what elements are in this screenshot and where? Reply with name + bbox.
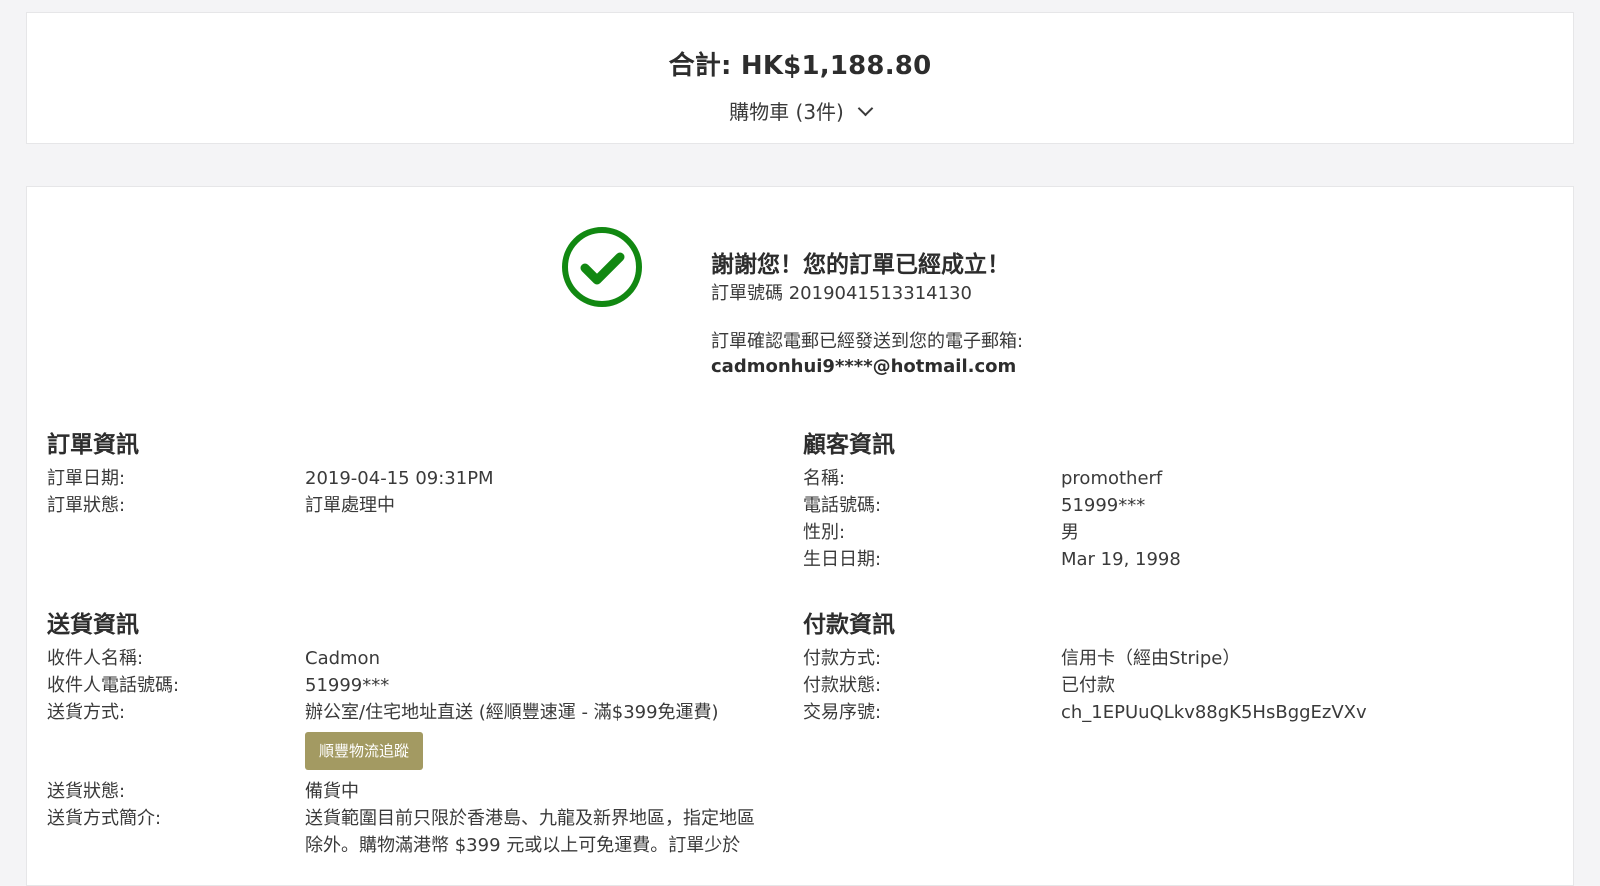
payment-status-label: 付款狀態: <box>803 675 882 696</box>
info-row: 付款狀態: 已付款 <box>803 672 1523 699</box>
customer-phone-label: 電話號碼: <box>803 495 882 516</box>
delivery-method-label: 送貨方式: <box>47 702 126 723</box>
order-date-value: 2019-04-15 09:31PM <box>305 468 494 489</box>
customer-gender-label: 性別: <box>803 522 846 543</box>
customer-birthday-label: 生日日期: <box>803 549 882 570</box>
transaction-id-label: 交易序號: <box>803 702 882 723</box>
recipient-phone-value: 51999*** <box>305 675 390 696</box>
customer-email: cadmonhui9****@hotmail.com <box>711 356 1017 377</box>
info-row: 電話號碼: 51999*** <box>803 492 1523 519</box>
total-amount: HK$1,188.80 <box>740 51 932 81</box>
order-confirmation-card: 謝謝您！您的訂單已經成立！ 訂單號碼 2019041513314130 訂單確認… <box>26 186 1574 886</box>
order-number: 訂單號碼 2019041513314130 <box>711 283 972 304</box>
payment-method-label: 付款方式: <box>803 648 882 669</box>
order-info-section: 訂單資訊 訂單日期: 2019-04-15 09:31PM 訂單狀態: 訂單處理… <box>47 425 767 519</box>
check-circle-icon <box>562 227 642 307</box>
order-date-label: 訂單日期: <box>47 468 126 489</box>
info-row: 訂單狀態: 訂單處理中 <box>47 492 767 519</box>
order-status-value: 訂單處理中 <box>305 495 395 516</box>
customer-info-title: 顧客資訊 <box>803 432 895 458</box>
payment-status-value: 已付款 <box>1061 675 1115 696</box>
delivery-desc-value: 送貨範圍目前只限於香港島、九龍及新界地區，指定地區除外。購物滿港幣 $399 元… <box>305 808 755 856</box>
order-summary-card: 合計: HK$1,188.80 購物車 (3件) <box>26 12 1574 144</box>
chevron-down-icon <box>857 100 874 117</box>
delivery-method-text: 辦公室/住宅地址直送 (經順豐速運 - 滿$399免運費) <box>305 702 719 723</box>
total-label: 合計: <box>668 51 732 81</box>
confirmation-title: 謝謝您！您的訂單已經成立！ <box>711 252 1010 278</box>
customer-gender-value: 男 <box>1061 522 1079 543</box>
customer-name-label: 名稱: <box>803 468 846 489</box>
cart-label: 購物車 (3件) <box>729 100 844 124</box>
customer-phone-value: 51999*** <box>1061 495 1146 516</box>
cart-toggle-button[interactable]: 購物車 (3件) <box>27 96 1573 125</box>
confirmation-message: 謝謝您！您的訂單已經成立！ 訂單號碼 2019041513314130 訂單確認… <box>711 245 1231 379</box>
payment-info-section: 付款資訊 付款方式: 信用卡（經由Stripe） 付款狀態: 已付款 交易序號:… <box>803 605 1523 726</box>
info-row: 付款方式: 信用卡（經由Stripe） <box>803 645 1523 672</box>
recipient-name-value: Cadmon <box>305 648 380 669</box>
info-row: 送貨方式簡介: 送貨範圍目前只限於香港島、九龍及新界地區，指定地區除外。購物滿港… <box>47 805 767 859</box>
sf-tracking-button[interactable]: 順豐物流追蹤 <box>305 732 424 770</box>
info-row: 交易序號: ch_1EPUuQLkv88gK5HsBggEzVXv <box>803 699 1523 726</box>
order-status-label: 訂單狀態: <box>47 495 126 516</box>
delivery-info-section: 送貨資訊 收件人名稱: Cadmon 收件人電話號碼: 51999*** 送貨方… <box>47 605 767 859</box>
payment-method-value: 信用卡（經由Stripe） <box>1061 648 1241 669</box>
info-row: 生日日期: Mar 19, 1998 <box>803 546 1523 573</box>
info-row: 性別: 男 <box>803 519 1523 546</box>
payment-info-title: 付款資訊 <box>803 612 895 638</box>
delivery-status-value: 備貨中 <box>305 781 359 802</box>
info-row: 訂單日期: 2019-04-15 09:31PM <box>47 465 767 492</box>
info-row: 收件人電話號碼: 51999*** <box>47 672 767 699</box>
email-note: 訂單確認電郵已經發送到您的電子郵箱: <box>711 331 1024 352</box>
delivery-info-title: 送貨資訊 <box>47 612 139 638</box>
customer-birthday-value: Mar 19, 1998 <box>1061 549 1181 570</box>
delivery-method-value: 辦公室/住宅地址直送 (經順豐速運 - 滿$399免運費) 順豐物流追蹤 <box>305 699 767 778</box>
customer-name-value: promotherf <box>1061 468 1163 489</box>
customer-info-section: 顧客資訊 名稱: promotherf 電話號碼: 51999*** 性別: 男… <box>803 425 1523 573</box>
info-row: 收件人名稱: Cadmon <box>47 645 767 672</box>
order-total: 合計: HK$1,188.80 <box>27 45 1573 82</box>
recipient-phone-label: 收件人電話號碼: <box>47 675 180 696</box>
order-info-title: 訂單資訊 <box>47 432 139 458</box>
info-row: 送貨狀態: 備貨中 <box>47 778 767 805</box>
recipient-name-label: 收件人名稱: <box>47 648 144 669</box>
delivery-status-label: 送貨狀態: <box>47 781 126 802</box>
transaction-id-value: ch_1EPUuQLkv88gK5HsBggEzVXv <box>1061 702 1367 723</box>
info-row: 送貨方式: 辦公室/住宅地址直送 (經順豐速運 - 滿$399免運費) 順豐物流… <box>47 699 767 778</box>
info-row: 名稱: promotherf <box>803 465 1523 492</box>
delivery-desc-label: 送貨方式簡介: <box>47 808 162 829</box>
